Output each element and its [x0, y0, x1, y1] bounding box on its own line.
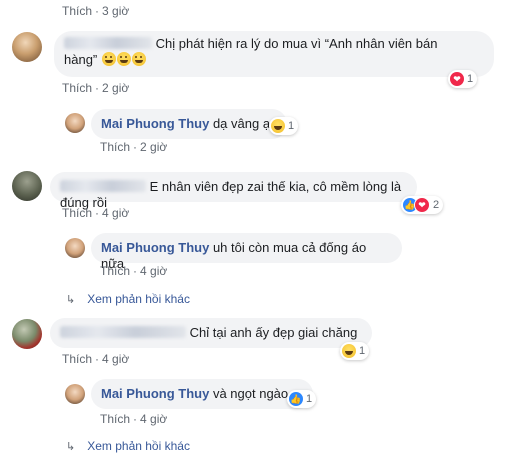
reply-time[interactable]: 4 giờ: [140, 264, 167, 278]
reply-arrow-icon: ↳: [66, 441, 76, 453]
like-icon: 👍: [289, 392, 303, 406]
reply-author-name[interactable]: Mai Phuong Thuy: [101, 240, 209, 255]
reaction-summary[interactable]: ❤ 1: [448, 70, 478, 88]
comment-time[interactable]: 4 giờ: [102, 352, 129, 366]
comment-time[interactable]: 4 giờ: [102, 206, 129, 220]
reaction-summary[interactable]: 1: [269, 117, 299, 135]
comment-meta-row: Thích · 3 giờ: [62, 4, 130, 18]
commenter-avatar[interactable]: [12, 171, 42, 201]
reply-time[interactable]: 4 giờ: [140, 412, 167, 426]
comment-bubble: E nhân viên đẹp zai thế kia, cô mềm lòng…: [50, 172, 417, 210]
view-more-replies-link[interactable]: ↳ Xem phản hồi khác: [66, 292, 190, 306]
heart-icon: ❤: [414, 197, 430, 213]
commenter-avatar[interactable]: [12, 32, 42, 62]
reply-arrow-icon: ↳: [66, 294, 76, 306]
haha-icon: [342, 344, 356, 358]
haha-emoji-icon: [131, 52, 146, 66]
reply-meta-row: Thích · 4 giờ: [100, 412, 168, 426]
comment-text: Chị phát hiện ra lý do mua vì “Anh nhân …: [155, 36, 438, 51]
like-link[interactable]: Thích: [100, 264, 130, 278]
reply-meta-row: Thích · 2 giờ: [100, 140, 168, 154]
comment-meta-row: Thích · 4 giờ: [62, 352, 130, 366]
reaction-count: 1: [306, 393, 313, 405]
like-link[interactable]: Thích: [62, 352, 92, 366]
reply-bubble: Mai Phuong Thuy dạ vâng ạ: [91, 109, 287, 139]
like-link[interactable]: Thích: [62, 81, 92, 95]
commenter-name-blurred[interactable]: [64, 37, 152, 49]
commenter-avatar[interactable]: [12, 319, 42, 349]
view-more-replies-label: Xem phản hồi khác: [87, 439, 190, 453]
comment-text: Chỉ tại anh ấy đẹp giai chăng: [189, 325, 358, 340]
like-link[interactable]: Thích: [62, 206, 92, 220]
comment-time[interactable]: 2 giờ: [102, 81, 129, 95]
like-link[interactable]: Thích: [100, 412, 130, 426]
reply-author-name[interactable]: Mai Phuong Thuy: [101, 386, 209, 401]
reply-time[interactable]: 2 giờ: [140, 140, 167, 154]
reply-author-avatar[interactable]: [65, 113, 85, 133]
haha-emoji-icon: [101, 52, 116, 66]
commenter-name-blurred[interactable]: [60, 180, 146, 192]
comment-bubble: Chỉ tại anh ấy đẹp giai chăng: [50, 318, 372, 348]
reaction-summary[interactable]: 👍 ❤ 2: [401, 196, 444, 214]
reaction-count: 1: [359, 345, 366, 357]
reaction-count: 2: [433, 199, 440, 211]
commenter-name-blurred[interactable]: [60, 326, 186, 338]
reaction-summary[interactable]: 1: [340, 342, 370, 360]
comment-meta-row: Thích · 4 giờ: [62, 206, 130, 220]
reply-author-avatar[interactable]: [65, 384, 85, 404]
reaction-count: 1: [467, 73, 474, 85]
comment-text-continued: hàng”: [64, 52, 98, 67]
reply-author-name[interactable]: Mai Phuong Thuy: [101, 116, 209, 131]
haha-emoji-icon: [116, 52, 131, 66]
heart-icon: ❤: [450, 72, 464, 86]
reply-bubble: Mai Phuong Thuy uh tôi còn mua cả đống á…: [91, 233, 402, 271]
reply-bubble: Mai Phuong Thuy và ngọt ngào: [91, 379, 313, 409]
haha-icon: [271, 119, 285, 133]
like-link[interactable]: Thích: [100, 140, 130, 154]
like-link[interactable]: Thích: [62, 4, 92, 18]
view-more-replies-link[interactable]: ↳ Xem phản hồi khác: [66, 439, 190, 453]
reaction-count: 1: [288, 120, 295, 132]
comment-time[interactable]: 3 giờ: [102, 4, 129, 18]
comment-bubble: Chị phát hiện ra lý do mua vì “Anh nhân …: [54, 31, 494, 77]
reply-meta-row: Thích · 4 giờ: [100, 264, 168, 278]
reply-author-avatar[interactable]: [65, 238, 85, 258]
reply-text: dạ vâng ạ: [212, 116, 271, 131]
reaction-summary[interactable]: 👍 1: [287, 390, 317, 408]
reply-text: và ngọt ngào: [212, 386, 289, 401]
comment-meta-row: Thích · 2 giờ: [62, 81, 130, 95]
view-more-replies-label: Xem phản hồi khác: [87, 292, 190, 306]
